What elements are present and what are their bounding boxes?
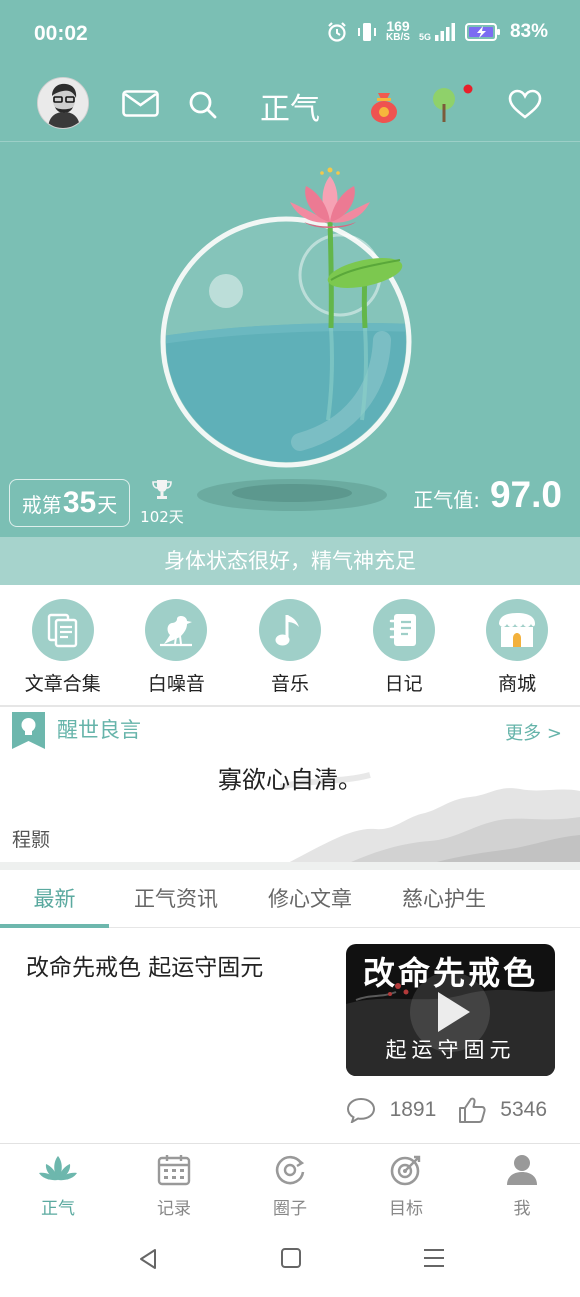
comment-count: 1891	[389, 1098, 437, 1121]
quote-author: 程颢	[12, 829, 51, 851]
content-tabs: 最新 正气资讯 修心文章 慈心护生	[0, 870, 580, 928]
nav-item-circle[interactable]: 圈子	[232, 1144, 348, 1225]
search-icon[interactable]	[188, 90, 218, 120]
lotus-bowl-illustration[interactable]	[150, 160, 430, 520]
bottom-nav: 正气 记录 圈子 目标 我	[0, 1143, 580, 1225]
nav-item-goal[interactable]: 目标	[348, 1144, 464, 1225]
like-count: 5346	[500, 1098, 547, 1121]
battery-percent: 83%	[509, 20, 548, 42]
net-speed: 169 KB/S	[386, 18, 410, 43]
status-bar: 00:02 169 KB/S 5G 83%	[0, 0, 580, 66]
nav-item-me[interactable]: 我	[464, 1144, 580, 1225]
quote-section-title: 醒世良言	[57, 718, 141, 742]
quick-link-shop[interactable]: 商城	[467, 585, 567, 706]
target-icon	[390, 1155, 421, 1186]
status-time: 00:02	[34, 22, 88, 45]
nav-item-record[interactable]: 记录	[116, 1144, 232, 1225]
trophy-icon	[152, 480, 172, 499]
avatar[interactable]	[37, 77, 89, 129]
person-icon	[507, 1155, 537, 1185]
back-icon[interactable]	[136, 1247, 160, 1271]
article-card[interactable]: 改命先戒色 起运守固元 改命先戒色 起运守固元 1891 5346	[0, 928, 580, 1143]
tab-latest[interactable]: 最新	[0, 870, 109, 928]
notebook-icon	[389, 614, 416, 646]
qi-value: 正气值: 97.0	[413, 474, 562, 515]
best-record[interactable]: 102天	[140, 478, 184, 527]
status-icons: 169 KB/S 5G 83%	[326, 18, 548, 43]
comment-icon[interactable]	[346, 1097, 376, 1123]
abstinence-streak[interactable]: 戒第 35 天	[9, 479, 130, 527]
video-thumbnail[interactable]: 改命先戒色 起运守固元	[346, 944, 555, 1076]
mail-icon[interactable]	[122, 90, 159, 117]
quick-link-diary[interactable]: 日记	[354, 585, 454, 706]
calendar-icon	[157, 1155, 191, 1186]
quick-link-music[interactable]: 音乐	[240, 585, 340, 706]
battery-icon	[464, 22, 500, 41]
vibrate-icon	[358, 22, 377, 41]
thumbnail-subtitle: 起运守固元	[385, 1038, 516, 1062]
tab-compassion[interactable]: 慈心护生	[384, 870, 504, 928]
tab-news[interactable]: 正气资讯	[116, 870, 236, 928]
record-days: 102天	[140, 508, 184, 526]
hero-section: 00:02 169 KB/S 5G 83% 正气 戒第 35 天 102天 正气…	[0, 0, 580, 585]
like-icon[interactable]	[458, 1096, 486, 1124]
system-navigation-bar	[0, 1225, 580, 1297]
signal-icon: 5G	[419, 22, 456, 42]
documents-icon	[47, 613, 77, 648]
heart-icon[interactable]	[508, 89, 542, 119]
bird-icon	[160, 616, 193, 647]
nav-item-zhengqi[interactable]: 正气	[0, 1144, 116, 1225]
quick-link-articles[interactable]: 文章合集	[13, 585, 113, 706]
music-note-icon	[275, 615, 299, 646]
more-quotes-link[interactable]: 更多 >	[505, 719, 562, 745]
quick-link-white-noise[interactable]: 白噪音	[126, 585, 226, 706]
body-state-banner: 身体状态很好，精气神充足	[0, 537, 580, 585]
shop-icon	[499, 613, 536, 647]
section-divider	[0, 862, 580, 870]
top-bar: 正气	[0, 66, 580, 142]
alarm-icon	[328, 21, 346, 42]
quote-card[interactable]: 醒世良言 更多 > 寡欲心自清。 程颢	[0, 707, 580, 862]
bulb-bookmark-icon	[12, 712, 45, 749]
streak-days: 35	[62, 486, 97, 519]
quote-text: 寡欲心自清。	[218, 766, 362, 794]
home-icon[interactable]	[280, 1247, 302, 1269]
circle-icon	[275, 1155, 305, 1185]
lucky-bag-icon[interactable]	[369, 90, 399, 124]
article-stats: 1891 5346	[346, 1096, 547, 1124]
recents-menu-icon[interactable]	[422, 1247, 446, 1269]
quick-links: 文章合集 白噪音 音乐 日记 商城	[0, 585, 580, 706]
article-title: 改命先戒色 起运守固元	[26, 955, 264, 981]
lotus-icon	[39, 1156, 77, 1181]
tab-articles[interactable]: 修心文章	[250, 870, 370, 928]
tree-icon[interactable]	[430, 84, 474, 124]
